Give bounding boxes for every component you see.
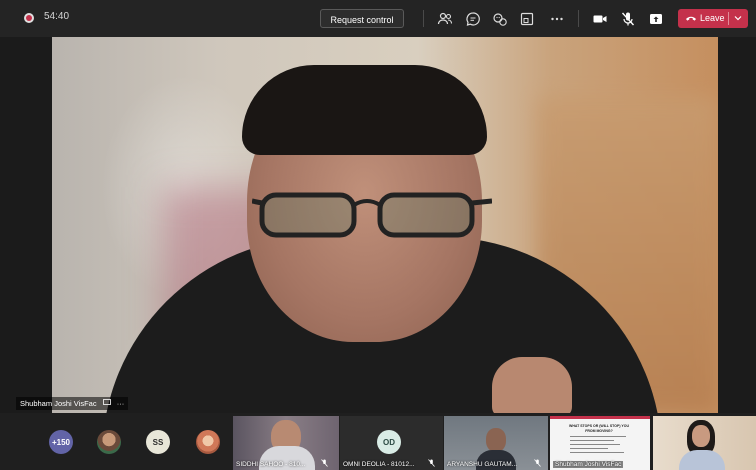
participant-tile[interactable] — [653, 416, 756, 470]
chevron-down-icon[interactable] — [733, 13, 743, 23]
more-options-icon[interactable] — [547, 9, 567, 28]
camera-icon[interactable] — [590, 9, 610, 28]
participant-name: Shubham Joshi VisFac — [553, 461, 624, 468]
shared-slide-tile[interactable]: WHAT STOPS OR (WILL STOP) YOU FROM MOVIN… — [550, 416, 650, 470]
divider — [578, 10, 579, 27]
speaker-hand — [492, 357, 572, 413]
main-video-feed — [52, 37, 718, 413]
main-video-name-tag: Shubham Joshi VisFac ··· — [16, 397, 129, 410]
participant-name: ARYANSHU GAUTAM... — [447, 461, 518, 468]
mic-muted-icon — [534, 459, 541, 467]
leave-label: Leave — [700, 13, 725, 23]
avatar[interactable] — [97, 430, 121, 454]
reactions-icon[interactable] — [490, 9, 510, 28]
participant-name: OMNI DEOLIA - 81012... — [343, 461, 415, 468]
slide-title: WHAT STOPS OR (WILL STOP) YOU FROM MOVIN… — [569, 424, 629, 433]
meeting-timer: 54:40 — [44, 11, 70, 22]
participant-tile[interactable]: ARYANSHU GAUTAM... — [444, 416, 548, 470]
participant-name: SIDDHI SAHOO - 810... — [236, 461, 306, 468]
recording-icon — [24, 13, 34, 23]
mic-muted-icon — [321, 459, 328, 467]
participant-strip: +150 SS SIDDHI SAHOO - 810... OD OMNI DE… — [0, 413, 756, 470]
divider — [423, 10, 424, 27]
avatar-initials-od: OD — [377, 430, 401, 454]
meeting-toolbar: 54:40 Request control Leave — [0, 0, 756, 37]
more-icon[interactable]: ··· — [117, 399, 125, 408]
main-video-stage — [0, 37, 756, 413]
divider — [728, 12, 729, 25]
leave-button[interactable]: Leave — [678, 9, 748, 28]
main-video-name: Shubham Joshi VisFac — [20, 399, 97, 408]
participant-tile[interactable]: OD OMNI DEOLIA - 81012... — [340, 416, 443, 470]
chat-icon[interactable] — [463, 9, 483, 28]
glasses — [252, 192, 492, 238]
participants-icon[interactable] — [435, 9, 455, 28]
hang-up-icon — [686, 16, 696, 21]
mic-muted-icon[interactable] — [618, 9, 638, 28]
mic-muted-icon — [428, 459, 435, 467]
screen-share-icon — [102, 399, 111, 405]
request-control-button[interactable]: Request control — [320, 9, 404, 28]
participant-tile[interactable]: SIDDHI SAHOO - 810... — [233, 416, 339, 470]
overflow-participants-button[interactable]: +150 — [49, 430, 73, 454]
avatar[interactable] — [196, 430, 220, 454]
breakout-rooms-icon[interactable] — [517, 9, 537, 28]
avatar-initials-ss[interactable]: SS — [146, 430, 170, 454]
share-screen-icon[interactable] — [646, 9, 666, 28]
